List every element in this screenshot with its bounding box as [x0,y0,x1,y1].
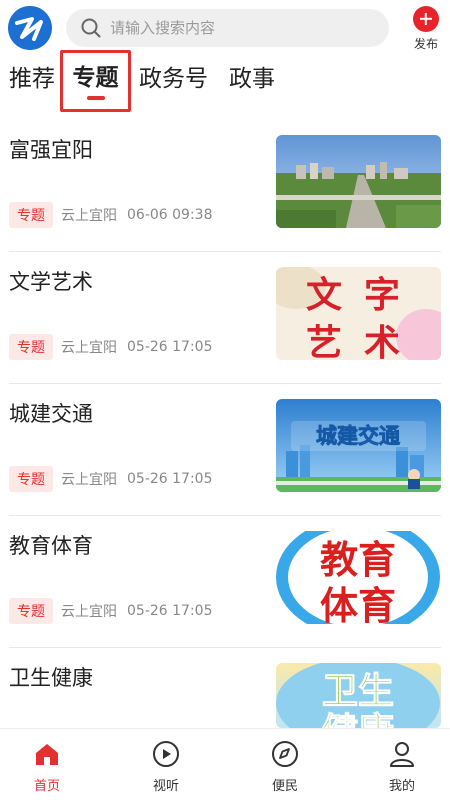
list-item[interactable]: 卫生健康 卫生 健康 [9,648,441,738]
home-icon [36,744,58,765]
article-time: 05-26 17:05 [127,339,213,355]
article-source: 云上宜阳 [61,604,117,620]
nav-home-label: 首页 [33,779,60,794]
article-title: 城建交通 [9,402,93,426]
search-bar[interactable] [66,9,389,47]
article-source: 云上宜阳 [61,472,117,488]
education-thumb-line-2: 体育 [320,584,396,624]
literature-char-3: 艺 [306,323,342,360]
compass-icon [272,741,298,767]
education-sports-thumbnail[interactable]: 教育 体育 [276,531,441,624]
traffic-thumb-text: 城建交通 [316,424,400,448]
nav-services[interactable]: 便民 [255,739,315,794]
nav-media-label: 视听 [152,779,179,794]
article-source: 云上宜阳 [61,208,117,224]
topic-badge: 专题 [9,202,53,228]
health-thumb-line-1: 卫生 [322,671,394,712]
article-meta: 专题 云上宜阳 05-26 17:05 [9,466,212,492]
topic-badge: 专题 [9,598,53,624]
article-title: 富强宜阳 [9,138,93,162]
literature-char-1: 文 [306,275,342,316]
article-list: 富强宜阳 专题 云上宜阳 06-06 09:38 文学艺术 专题 云上宜阳 05… [0,120,450,738]
list-item[interactable]: 城建交通 专题 云上宜阳 05-26 17:05 城建交通 [9,384,441,516]
user-icon [390,742,414,767]
top-bar: 发布 [0,0,450,56]
literature-char-4: 术 [364,323,400,360]
bottom-navigation: 首页 视听 便民 我的 [0,728,450,804]
search-input[interactable] [110,19,360,37]
publish-button[interactable]: 发布 [408,6,444,54]
list-item[interactable]: 富强宜阳 专题 云上宜阳 06-06 09:38 [9,120,441,252]
article-time: 06-06 09:38 [127,207,213,223]
nav-services-label: 便民 [271,779,298,794]
article-time: 05-26 17:05 [127,603,213,619]
article-title: 文学艺术 [9,270,93,294]
health-thumb-line-2: 健康 [322,710,394,728]
article-source: 云上宜阳 [61,340,117,356]
active-tab-indicator [86,96,105,100]
city-aerial-thumbnail[interactable] [276,135,441,228]
urban-traffic-thumbnail[interactable]: 城建交通 [276,399,441,492]
literature-art-thumbnail[interactable]: 文 字 艺 术 [276,267,441,360]
plus-icon [413,6,439,32]
search-icon [81,18,101,38]
article-meta: 专题 云上宜阳 05-26 17:05 [9,334,212,360]
nav-media[interactable]: 视听 [136,739,196,794]
nav-profile[interactable]: 我的 [372,739,432,794]
tab-politics[interactable]: 政事 [229,64,275,104]
nav-profile-label: 我的 [388,779,415,794]
article-title: 卫生健康 [9,666,93,690]
tab-government-accounts[interactable]: 政务号 [139,64,208,104]
nav-home[interactable]: 首页 [17,739,77,794]
app-logo-icon[interactable] [8,6,52,50]
article-meta: 专题 云上宜阳 05-26 17:05 [9,598,212,624]
health-thumbnail[interactable]: 卫生 健康 [276,663,441,728]
article-time: 05-26 17:05 [127,471,213,487]
article-meta: 专题 云上宜阳 06-06 09:38 [9,202,212,228]
tab-recommend[interactable]: 推荐 [9,64,55,104]
tab-topics-label: 专题 [72,65,119,91]
topic-badge: 专题 [9,334,53,360]
list-item[interactable]: 教育体育 专题 云上宜阳 05-26 17:05 教育 体育 [9,516,441,648]
list-item[interactable]: 文学艺术 专题 云上宜阳 05-26 17:05 文 字 艺 术 [9,252,441,384]
topic-badge: 专题 [9,466,53,492]
play-icon [153,741,179,767]
literature-char-2: 字 [364,275,400,316]
category-tabs: 推荐 专题 政务号 政事 [0,50,450,116]
tab-topics[interactable]: 专题 [60,50,131,112]
publish-label: 发布 [413,37,438,51]
education-thumb-line-1: 教育 [320,538,396,582]
article-title: 教育体育 [9,534,93,558]
